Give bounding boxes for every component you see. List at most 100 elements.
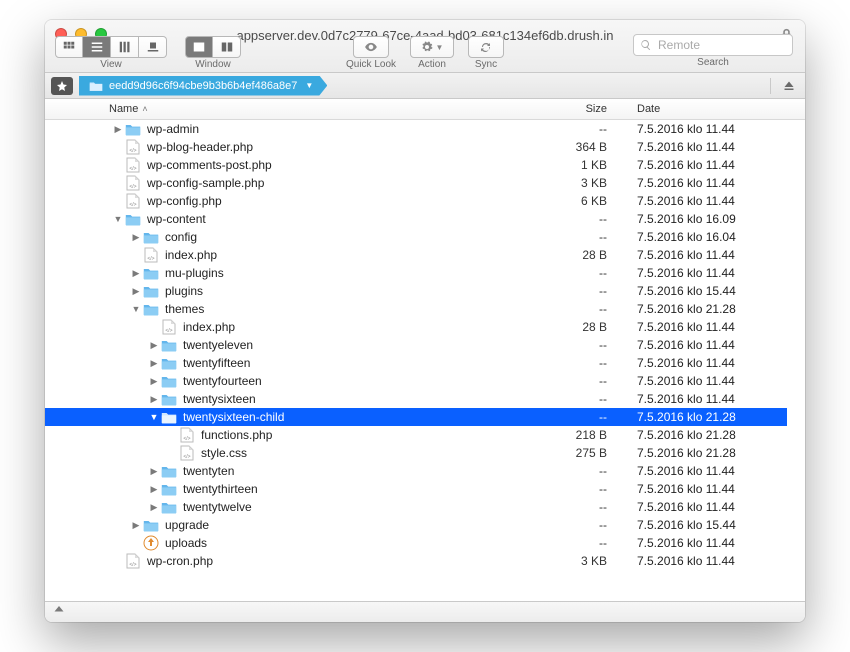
php-icon: </> xyxy=(125,193,141,209)
disclosure-triangle[interactable]: ▶ xyxy=(149,466,159,477)
table-row[interactable]: ▶twentysixteen--7.5.2016 klo 11.44 xyxy=(45,390,787,408)
table-row[interactable]: </>wp-config.php6 KB7.5.2016 klo 11.44 xyxy=(45,192,787,210)
table-row[interactable]: </>wp-cron.php3 KB7.5.2016 klo 11.44 xyxy=(45,552,787,570)
file-size: 1 KB xyxy=(537,158,637,172)
disclosure-triangle[interactable]: ▶ xyxy=(149,394,159,405)
folder-icon xyxy=(143,266,159,280)
file-size: -- xyxy=(537,122,637,136)
file-size: 364 B xyxy=(537,140,637,154)
file-date: 7.5.2016 klo 15.44 xyxy=(637,284,787,298)
column-header-name[interactable]: Name˄ xyxy=(109,103,537,115)
action-group: ▼ Action xyxy=(410,36,454,72)
folder-icon xyxy=(143,517,159,533)
disclosure-triangle[interactable]: ▶ xyxy=(131,286,141,297)
table-row[interactable]: ▶upgrade--7.5.2016 klo 15.44 xyxy=(45,516,787,534)
go-up-button[interactable] xyxy=(53,603,65,621)
file-size: -- xyxy=(537,302,637,316)
file-date: 7.5.2016 klo 11.44 xyxy=(637,140,787,154)
file-name: wp-content xyxy=(147,212,537,226)
list-view-icon xyxy=(91,41,103,53)
quicklook-label: Quick Look xyxy=(346,60,396,72)
column-header-size[interactable]: Size xyxy=(537,103,637,115)
table-row[interactable]: ▶plugins--7.5.2016 klo 15.44 xyxy=(45,282,787,300)
disclosure-triangle[interactable]: ▼ xyxy=(149,412,159,422)
folder-icon xyxy=(89,80,103,92)
search-input[interactable]: Remote xyxy=(633,34,793,56)
disclosure-triangle[interactable]: ▶ xyxy=(131,268,141,279)
view-icon-button[interactable] xyxy=(55,36,83,58)
table-row[interactable]: ▶ twentyfourteen--7.5.2016 klo 11.44 xyxy=(45,372,787,390)
svg-text:</>: </> xyxy=(147,256,154,262)
disclosure-triangle[interactable]: ▶ xyxy=(131,520,141,531)
table-row[interactable]: ▶twentyfifteen--7.5.2016 klo 11.44 xyxy=(45,354,787,372)
disclosure-triangle[interactable]: ▶ xyxy=(149,358,159,369)
php-icon: </> xyxy=(179,445,195,461)
file-icon: </> xyxy=(180,445,194,461)
table-row[interactable]: ▶config--7.5.2016 klo 16.04 xyxy=(45,228,787,246)
file-name: upgrade xyxy=(165,518,537,532)
disclosure-triangle[interactable]: ▶ xyxy=(149,502,159,513)
file-name: twentytwelve xyxy=(183,500,537,514)
file-size: -- xyxy=(537,230,637,244)
table-row[interactable]: ▶twentyten--7.5.2016 klo 11.44 xyxy=(45,462,787,480)
window-dual-button[interactable] xyxy=(213,36,241,58)
sync-button[interactable] xyxy=(468,36,504,58)
table-row[interactable]: </>wp-config-sample.php3 KB7.5.2016 klo … xyxy=(45,174,787,192)
column-headers: Name˄ Size Date xyxy=(45,99,805,120)
folder-icon xyxy=(161,355,177,371)
file-size: 3 KB xyxy=(537,176,637,190)
disclosure-triangle[interactable]: ▶ xyxy=(131,232,141,243)
table-row[interactable]: ▼twentysixteen-child--7.5.2016 klo 21.28 xyxy=(45,408,787,426)
disclosure-triangle[interactable]: ▼ xyxy=(113,214,123,224)
table-row[interactable]: ▼wp-content--7.5.2016 klo 16.09 xyxy=(45,210,787,228)
table-row[interactable]: </>index.php28 B7.5.2016 klo 11.44 xyxy=(45,318,787,336)
file-date: 7.5.2016 klo 11.44 xyxy=(637,122,787,136)
disclosure-triangle[interactable]: ▶ xyxy=(113,124,123,135)
file-icon: </> xyxy=(180,427,194,443)
breadcrumb-label: eedd9d96c6f94cbe9b3b6b4ef486a8e7 xyxy=(109,80,297,92)
gear-icon xyxy=(421,41,433,53)
folder-icon xyxy=(143,301,159,317)
table-row[interactable]: </>wp-comments-post.php1 KB7.5.2016 klo … xyxy=(45,156,787,174)
table-row[interactable]: </>style.css275 B7.5.2016 klo 21.28 xyxy=(45,444,787,462)
table-row[interactable]: </>wp-blog-header.php364 B7.5.2016 klo 1… xyxy=(45,138,787,156)
favorites-button[interactable] xyxy=(51,77,73,95)
window-single-button[interactable] xyxy=(185,36,213,58)
file-date: 7.5.2016 klo 16.09 xyxy=(637,212,787,226)
file-name: plugins xyxy=(165,284,537,298)
view-list-button[interactable] xyxy=(83,36,111,58)
table-row[interactable]: ▶mu-plugins--7.5.2016 klo 11.44 xyxy=(45,264,787,282)
disclosure-triangle[interactable]: ▶ xyxy=(149,340,159,351)
eject-button[interactable] xyxy=(770,78,799,94)
file-date: 7.5.2016 klo 11.44 xyxy=(637,374,787,388)
table-row[interactable]: ▶twentytwelve--7.5.2016 klo 11.44 xyxy=(45,498,787,516)
file-name: mu-plugins xyxy=(165,266,537,280)
search-icon xyxy=(640,39,652,51)
disclosure-triangle[interactable]: ▼ xyxy=(131,304,141,314)
table-row[interactable]: ▶twentythirteen--7.5.2016 klo 11.44 xyxy=(45,480,787,498)
disclosure-triangle[interactable]: ▶ xyxy=(149,484,159,495)
view-column-button[interactable] xyxy=(111,36,139,58)
php-icon: </> xyxy=(143,247,159,263)
php-icon: </> xyxy=(125,553,141,569)
table-row[interactable]: ▶twentyeleven--7.5.2016 klo 11.44 xyxy=(45,336,787,354)
chevron-down-icon: ▼ xyxy=(305,81,313,90)
file-name: uploads xyxy=(165,536,537,550)
file-size: -- xyxy=(537,374,637,388)
folder-icon xyxy=(161,499,177,515)
view-coverflow-button[interactable] xyxy=(139,36,167,58)
table-row[interactable]: </>index.php28 B7.5.2016 klo 11.44 xyxy=(45,246,787,264)
file-name: style.css xyxy=(201,446,537,460)
column-header-date[interactable]: Date xyxy=(637,103,787,115)
action-button[interactable]: ▼ xyxy=(410,36,454,58)
table-row[interactable]: ▶wp-admin--7.5.2016 klo 11.44 xyxy=(45,120,787,138)
breadcrumb-segment[interactable]: eedd9d96c6f94cbe9b3b6b4ef486a8e7 ▼ xyxy=(79,76,327,96)
disclosure-triangle[interactable]: ▶ xyxy=(149,376,159,387)
quicklook-button[interactable] xyxy=(353,36,389,58)
svg-text:</>: </> xyxy=(183,454,190,460)
table-row[interactable]: ▼themes--7.5.2016 klo 21.28 xyxy=(45,300,787,318)
table-row[interactable]: </>functions.php218 B7.5.2016 klo 21.28 xyxy=(45,426,787,444)
file-name: twentyfourteen xyxy=(183,374,537,388)
table-row[interactable]: uploads--7.5.2016 klo 11.44 xyxy=(45,534,787,552)
search-label: Search xyxy=(697,58,729,70)
